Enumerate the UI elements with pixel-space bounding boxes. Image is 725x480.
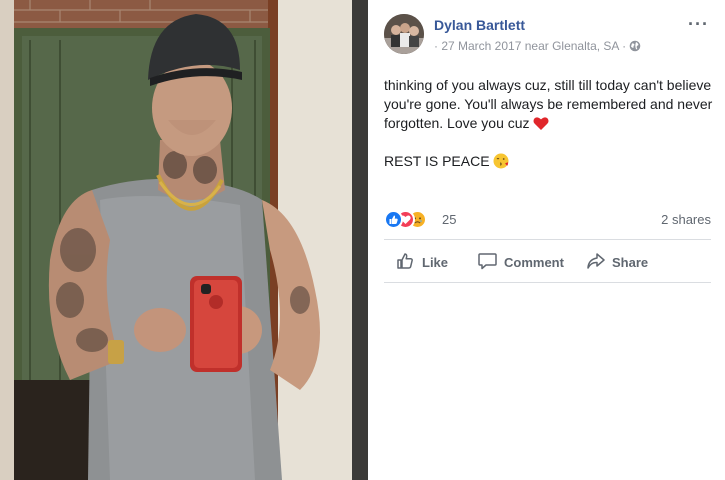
reaction-count[interactable]: 25	[442, 212, 456, 227]
post-paragraph-2: REST IS PEACE	[384, 152, 714, 174]
reaction-icons[interactable]	[384, 210, 440, 230]
post-actions: Like Comment Share	[384, 248, 711, 276]
divider-top	[384, 239, 711, 240]
author-name[interactable]: Dylan Bartlett	[434, 17, 525, 33]
comment-bubble-icon	[478, 252, 504, 273]
like-reaction-icon	[384, 210, 403, 229]
like-label: Like	[422, 254, 449, 270]
share-label: Share	[612, 254, 649, 270]
mirror-selfie-image	[0, 0, 368, 480]
shares-count[interactable]: 2 shares	[661, 212, 711, 227]
like-button[interactable]: Like	[396, 248, 448, 276]
post-panel: Dylan Bartlett · 27 March 2017 near Glen…	[368, 0, 725, 480]
more-options-button[interactable]: ···	[688, 14, 709, 35]
kissing-face-icon	[493, 153, 509, 174]
reactions-bar: 25 2 shares	[384, 210, 711, 230]
red-heart-icon	[533, 116, 549, 136]
share-arrow-icon	[586, 252, 612, 273]
post-body: thinking of you always cuz, still till t…	[384, 76, 714, 174]
post-date-location[interactable]: · 27 March 2017 near Glenalta, SA ·	[434, 39, 626, 53]
avatar-image	[384, 14, 424, 54]
divider-bottom	[384, 282, 711, 283]
share-button[interactable]: Share	[586, 248, 648, 276]
comment-label: Comment	[504, 254, 564, 270]
post-meta: · 27 March 2017 near Glenalta, SA ·	[434, 39, 641, 55]
post-paragraph-2-text: REST IS PEACE	[384, 153, 490, 169]
globe-icon[interactable]	[629, 40, 641, 55]
thumbs-up-icon	[396, 252, 422, 273]
post-photo[interactable]	[0, 0, 368, 480]
comment-button[interactable]: Comment	[478, 248, 564, 276]
post-header: Dylan Bartlett · 27 March 2017 near Glen…	[384, 14, 713, 58]
avatar[interactable]	[384, 14, 424, 54]
post-paragraph-1: thinking of you always cuz, still till t…	[384, 76, 714, 136]
